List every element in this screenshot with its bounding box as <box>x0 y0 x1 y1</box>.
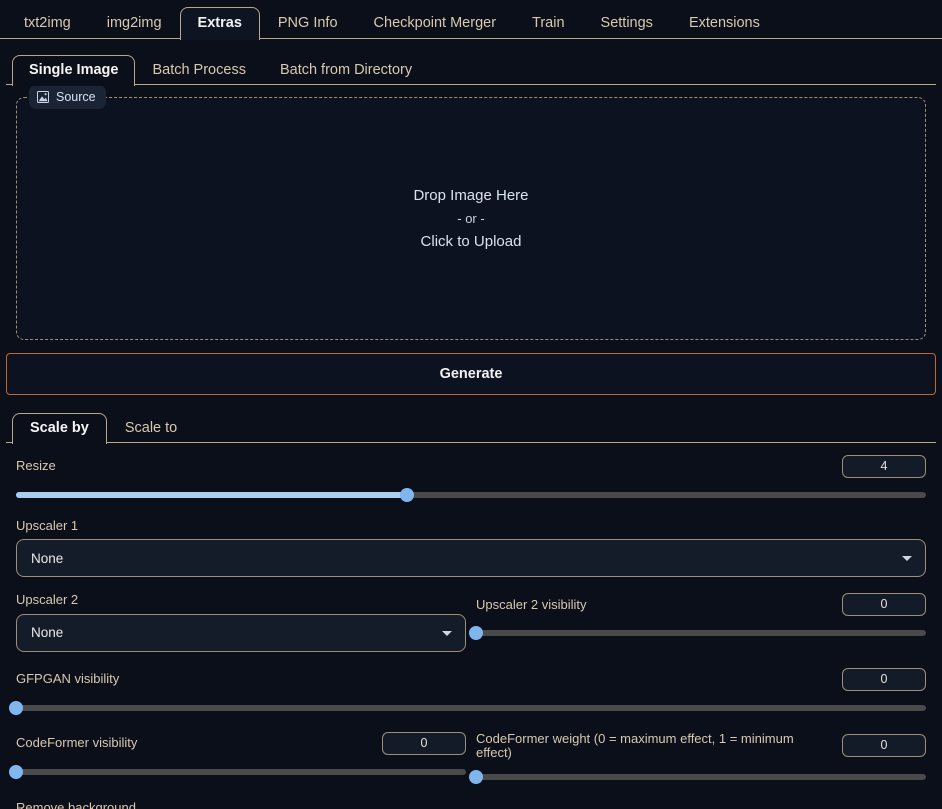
scale-by-panel: Resize 4 Upscaler 1 None Upscaler 2 None <box>6 443 936 809</box>
resize-header: Resize 4 <box>16 455 926 478</box>
alpha-matting-cell: Alpha matting <box>631 801 926 809</box>
upscaler2-label: Upscaler 2 <box>16 592 79 608</box>
source-tab-chip[interactable]: Source <box>29 85 106 109</box>
codeformer-visibility-label: CodeFormer visibility <box>16 734 138 750</box>
remove-background-row: Remove background None Return mask Alpha… <box>6 789 936 809</box>
tab-txt2img[interactable]: txt2img <box>6 7 89 40</box>
gfpgan-visibility-input[interactable]: 0 <box>842 667 926 691</box>
tab-checkpoint-merger[interactable]: Checkpoint Merger <box>356 7 515 40</box>
gfpgan-visibility-slider[interactable] <box>9 700 926 716</box>
upscaler1-value: None <box>31 550 64 566</box>
tab-train[interactable]: Train <box>514 7 583 40</box>
codeformer-weight-thumb[interactable] <box>469 770 483 785</box>
upscaler2-visibility-slider[interactable] <box>469 625 926 641</box>
extras-page: Single Image Batch Process Batch from Di… <box>0 49 942 809</box>
codeformer-weight-input[interactable]: 0 <box>842 734 926 758</box>
upscaler2-value: None <box>31 625 64 641</box>
upscaler2-visibility-header: Upscaler 2 visibility 0 <box>476 593 926 617</box>
upscaler2-visibility-track <box>476 630 926 637</box>
image-dropzone[interactable]: Source Drop Image Here - or - Click to U… <box>16 85 926 340</box>
tab-scale-to[interactable]: Scale to <box>107 413 195 444</box>
codeformer-weight-header: CodeFormer weight (0 = maximum effect, 1… <box>476 730 926 761</box>
generate-button[interactable]: Generate <box>6 353 936 395</box>
codeformer-visibility-field: CodeFormer visibility 0 <box>9 731 466 786</box>
drop-or-text: - or - <box>457 211 485 226</box>
tab-img2img[interactable]: img2img <box>89 7 180 40</box>
drop-image-here-text: Drop Image Here <box>413 187 529 204</box>
gfpgan-visibility-field: GFPGAN visibility 0 <box>6 656 936 720</box>
tab-single-image[interactable]: Single Image <box>12 54 136 86</box>
extras-sub-tab-bar: Single Image Batch Process Batch from Di… <box>6 49 936 86</box>
source-tab-label: Source <box>56 90 96 104</box>
remove-background-field: Remove background None <box>16 800 311 809</box>
source-image-section: Source Drop Image Here - or - Click to U… <box>6 85 936 340</box>
chevron-down-icon <box>442 630 452 636</box>
tab-batch-from-directory[interactable]: Batch from Directory <box>263 55 429 86</box>
tab-extensions[interactable]: Extensions <box>671 7 778 40</box>
codeformer-row: CodeFormer visibility 0 CodeFormer weigh… <box>6 720 936 790</box>
resize-field: Resize 4 <box>6 443 936 507</box>
upscaler2-row: Upscaler 2 None Upscaler 2 visibility 0 <box>6 581 936 655</box>
codeformer-visibility-input[interactable]: 0 <box>382 731 466 755</box>
tab-settings[interactable]: Settings <box>583 7 671 40</box>
codeformer-weight-track <box>476 774 926 781</box>
codeformer-visibility-slider[interactable] <box>9 764 466 780</box>
upscaler2-field: Upscaler 2 None <box>16 592 466 652</box>
gfpgan-visibility-header: GFPGAN visibility 0 <box>16 667 926 691</box>
tab-png-info[interactable]: PNG Info <box>260 7 356 40</box>
remove-background-label: Remove background <box>16 800 136 809</box>
tab-scale-by[interactable]: Scale by <box>12 412 107 444</box>
main-tab-bar: txt2img img2img Extras PNG Info Checkpoi… <box>0 0 942 40</box>
image-icon <box>37 91 49 103</box>
return-mask-cell: Return mask <box>311 801 631 809</box>
upscaler1-label: Upscaler 1 <box>16 518 79 533</box>
upscaler1-field: Upscaler 1 None <box>6 507 936 581</box>
chevron-down-icon <box>902 556 912 562</box>
tab-extras[interactable]: Extras <box>179 6 260 40</box>
upscaler2-visibility-field: Upscaler 2 visibility 0 <box>469 593 926 651</box>
codeformer-weight-field: CodeFormer weight (0 = maximum effect, 1… <box>469 730 926 786</box>
upscaler2-visibility-input[interactable]: 0 <box>842 593 926 617</box>
scale-tab-bar: Scale by Scale to <box>6 408 936 444</box>
codeformer-visibility-thumb[interactable] <box>9 764 23 779</box>
upscaler2-visibility-label: Upscaler 2 visibility <box>476 596 587 612</box>
resize-slider[interactable] <box>16 487 926 503</box>
resize-slider-thumb[interactable] <box>400 488 415 502</box>
tab-batch-process[interactable]: Batch Process <box>135 55 263 86</box>
codeformer-visibility-track <box>16 768 466 775</box>
upscaler2-visibility-thumb[interactable] <box>469 626 483 641</box>
resize-slider-fill <box>16 492 408 498</box>
resize-value-input[interactable]: 4 <box>842 455 926 478</box>
gfpgan-visibility-label: GFPGAN visibility <box>16 670 120 686</box>
codeformer-weight-label: CodeFormer weight (0 = maximum effect, 1… <box>476 730 794 760</box>
codeformer-visibility-header: CodeFormer visibility 0 <box>16 731 466 755</box>
upscaler2-select[interactable]: None <box>16 613 466 652</box>
gfpgan-visibility-thumb[interactable] <box>9 700 23 715</box>
click-to-upload-text[interactable]: Click to Upload <box>413 234 528 249</box>
resize-label: Resize <box>16 458 56 474</box>
codeformer-weight-slider[interactable] <box>469 769 926 785</box>
upscaler1-select[interactable]: None <box>16 539 926 578</box>
gfpgan-visibility-track <box>16 704 926 711</box>
dropzone-instructions: Drop Image Here - or - Click to Upload <box>413 188 528 249</box>
